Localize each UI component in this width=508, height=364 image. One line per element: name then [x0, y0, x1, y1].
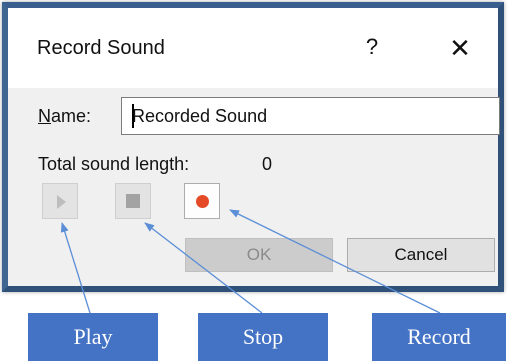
- total-sound-length-value: 0: [262, 154, 273, 174]
- help-button[interactable]: ?: [358, 32, 386, 62]
- record-button[interactable]: [184, 183, 220, 219]
- name-label-rest: ame:: [51, 106, 92, 126]
- ok-button[interactable]: OK: [185, 238, 333, 272]
- total-sound-length-label: Total sound length:: [38, 154, 190, 174]
- name-label: Name:: [38, 106, 91, 127]
- cancel-button[interactable]: Cancel: [347, 238, 495, 272]
- title-bar: Record Sound ? ✕: [8, 8, 498, 88]
- name-label-accelerator: N: [38, 106, 51, 126]
- stop-callout: Stop: [198, 313, 328, 361]
- text-cursor: [132, 104, 134, 128]
- name-input[interactable]: [121, 97, 500, 135]
- record-callout: Record: [372, 313, 506, 361]
- record-sound-dialog: Record Sound ? ✕ Name: Total sound lengt…: [2, 2, 504, 292]
- play-icon: [57, 195, 66, 209]
- record-icon: [196, 195, 209, 208]
- play-callout: Play: [28, 313, 158, 361]
- play-button[interactable]: [42, 183, 78, 219]
- stop-icon: [126, 194, 140, 208]
- stop-button[interactable]: [115, 183, 151, 219]
- dialog-title: Record Sound: [37, 37, 165, 59]
- close-button[interactable]: ✕: [445, 33, 475, 63]
